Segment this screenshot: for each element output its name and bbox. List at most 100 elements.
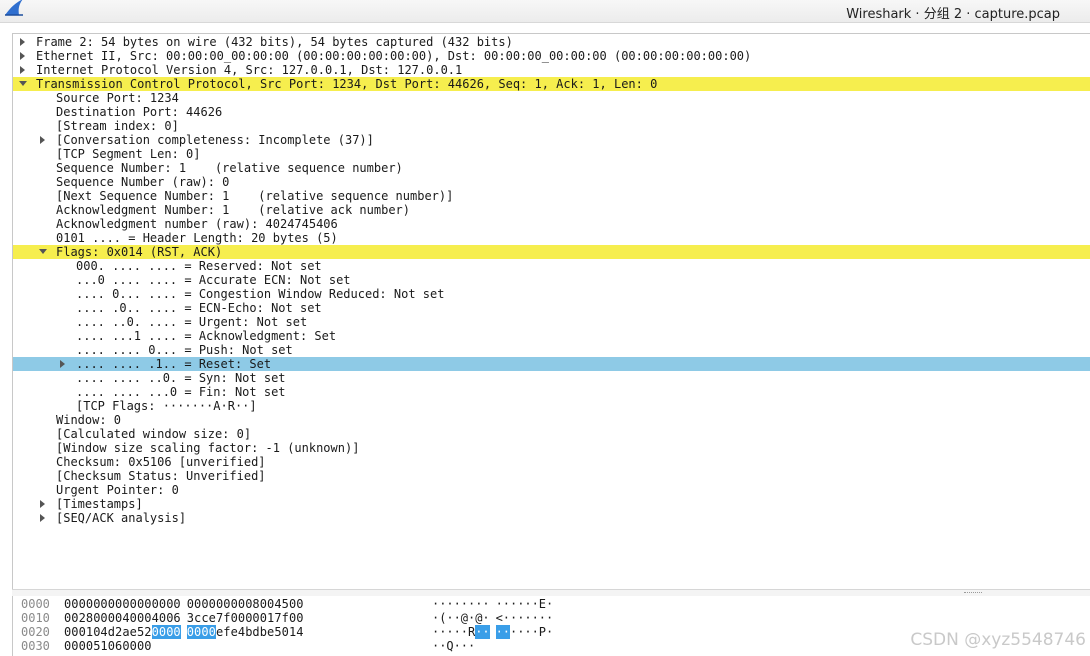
hex-byte[interactable]: 00 (231, 611, 246, 625)
hex-byte[interactable]: 00 (216, 597, 231, 611)
hex-byte[interactable]: 00 (166, 597, 181, 611)
hex-byte[interactable]: 45 (274, 597, 289, 611)
tree-row[interactable]: .... .0.. .... = ECN-Echo: Not set (13, 301, 1090, 315)
ascii-char[interactable]: · (432, 597, 439, 611)
ascii-char[interactable]: · (503, 597, 510, 611)
ascii-char[interactable]: · (461, 625, 468, 639)
hex-byte[interactable]: 00 (64, 625, 79, 639)
hex-byte[interactable]: 00 (93, 597, 108, 611)
ascii-char[interactable]: · (510, 597, 517, 611)
ascii-char[interactable]: · (539, 611, 546, 625)
tree-row[interactable]: [TCP Segment Len: 0] (13, 147, 1090, 161)
hex-byte[interactable]: 00 (64, 597, 79, 611)
tree-row[interactable]: Frame 2: 54 bytes on wire (432 bits), 54… (13, 35, 1090, 49)
hex-byte[interactable]: 00 (260, 597, 275, 611)
ascii-char[interactable]: · (496, 597, 503, 611)
hex-byte[interactable]: 00 (93, 611, 108, 625)
ascii-char[interactable]: Q (446, 639, 453, 653)
tree-row[interactable]: [SEQ/ACK analysis] (13, 511, 1090, 525)
hex-byte[interactable]: 00 (166, 625, 181, 639)
hex-byte[interactable]: 00 (137, 611, 152, 625)
hex-byte[interactable]: 00 (201, 597, 216, 611)
tree-row[interactable]: Transmission Control Protocol, Src Port:… (13, 77, 1090, 91)
hex-byte[interactable]: 52 (137, 625, 152, 639)
ascii-char[interactable]: · (510, 611, 517, 625)
splitter-grip-icon[interactable] (964, 592, 982, 595)
hex-byte[interactable]: be (260, 625, 275, 639)
hex-byte[interactable]: 00 (245, 611, 260, 625)
ascii-char[interactable]: · (439, 625, 446, 639)
tree-row[interactable]: Flags: 0x014 (RST, ACK) (13, 245, 1090, 259)
tree-row[interactable]: Window: 0 (13, 413, 1090, 427)
ascii-char[interactable]: · (454, 625, 461, 639)
tree-row[interactable]: ...0 .... .... = Accurate ECN: Not set (13, 273, 1090, 287)
ascii-char[interactable]: · (482, 625, 490, 639)
tree-row[interactable]: [Conversation completeness: Incomplete (… (13, 133, 1090, 147)
ascii-char[interactable]: · (432, 611, 439, 625)
ascii-char[interactable]: · (446, 625, 453, 639)
hex-byte[interactable]: ae (122, 625, 137, 639)
tree-row[interactable]: .... .... .1.. = Reset: Set (13, 357, 1090, 371)
ascii-char[interactable]: · (532, 625, 539, 639)
hex-byte[interactable]: 7f (216, 611, 231, 625)
hex-row[interactable]: 0010 00 · 28 (00 · 00 · 40 @00 · 40 @06 · 3c < ce · 7f · 00 ·… (13, 611, 1090, 625)
hex-byte[interactable]: 00 (64, 611, 79, 625)
ascii-char[interactable]: · (510, 625, 517, 639)
ascii-char[interactable]: · (503, 611, 510, 625)
hex-byte[interactable]: 00 (64, 639, 79, 653)
tree-row[interactable]: [Checksum Status: Unverified] (13, 469, 1090, 483)
tree-row[interactable]: [Timestamps] (13, 497, 1090, 511)
tree-row[interactable]: Sequence Number: 1 (relative sequence nu… (13, 161, 1090, 175)
ascii-char[interactable]: · (546, 625, 553, 639)
hex-row[interactable]: 0000 00 · 00 · 00 · 00 · 00 · 00 · 00 · 00 · 00 · 00 · 00 · 00 ·… (13, 597, 1090, 611)
hex-byte[interactable]: e4 (231, 625, 246, 639)
ascii-char[interactable]: · (461, 639, 468, 653)
ascii-char[interactable]: · (524, 597, 531, 611)
hex-byte[interactable]: 00 (151, 625, 167, 639)
tree-row[interactable]: Urgent Pointer: 0 (13, 483, 1090, 497)
ascii-char[interactable]: · (546, 611, 553, 625)
ascii-char[interactable]: · (468, 611, 475, 625)
tree-row[interactable]: .... .... ..0. = Syn: Not set (13, 371, 1090, 385)
tree-row[interactable]: .... .... ...0 = Fin: Not set (13, 385, 1090, 399)
ascii-char[interactable]: ( (439, 611, 446, 625)
ascii-char[interactable]: · (475, 625, 483, 639)
ascii-char[interactable]: · (454, 611, 461, 625)
ascii-char[interactable]: · (468, 597, 475, 611)
hex-byte[interactable]: 06 (166, 611, 181, 625)
hex-byte[interactable]: 00 (186, 625, 202, 639)
hex-byte[interactable]: 00 (152, 597, 167, 611)
hex-byte[interactable]: 00 (108, 611, 123, 625)
tree-row[interactable]: .... 0... .... = Congestion Window Reduc… (13, 287, 1090, 301)
hex-byte[interactable]: ce (201, 611, 216, 625)
ascii-char[interactable]: · (524, 625, 531, 639)
chevron-down-icon[interactable] (38, 245, 48, 259)
hex-byte[interactable]: d2 (108, 625, 123, 639)
hex-byte[interactable]: bd (245, 625, 260, 639)
packet-details-tree[interactable]: Frame 2: 54 bytes on wire (432 bits), 54… (12, 33, 1090, 590)
hex-byte[interactable]: 00 (201, 625, 216, 639)
hex-byte[interactable]: 06 (108, 639, 123, 653)
ascii-char[interactable]: · (446, 611, 453, 625)
ascii-char[interactable]: · (482, 597, 489, 611)
tree-row[interactable]: Acknowledgment number (raw): 4024745406 (13, 217, 1090, 231)
hex-byte[interactable]: 50 (274, 625, 289, 639)
ascii-char[interactable]: · (524, 611, 531, 625)
chevron-down-icon[interactable] (18, 77, 28, 91)
ascii-char[interactable]: · (461, 597, 468, 611)
hex-byte[interactable]: 40 (122, 611, 137, 625)
tree-row[interactable]: 0101 .... = Header Length: 20 bytes (5) (13, 231, 1090, 245)
ascii-char[interactable]: · (482, 611, 489, 625)
chevron-right-icon[interactable] (38, 133, 48, 147)
chevron-right-icon[interactable] (18, 35, 28, 49)
tree-row[interactable]: Acknowledgment Number: 1 (relative ack n… (13, 203, 1090, 217)
hex-byte[interactable]: 51 (93, 639, 108, 653)
ascii-char[interactable]: · (532, 597, 539, 611)
ascii-char[interactable]: · (446, 597, 453, 611)
ascii-char[interactable]: @ (475, 611, 482, 625)
ascii-char[interactable]: E (539, 597, 546, 611)
ascii-char[interactable]: · (439, 639, 446, 653)
hex-byte[interactable]: 28 (79, 611, 94, 625)
hex-byte[interactable]: 00 (122, 597, 137, 611)
ascii-char[interactable]: · (532, 611, 539, 625)
